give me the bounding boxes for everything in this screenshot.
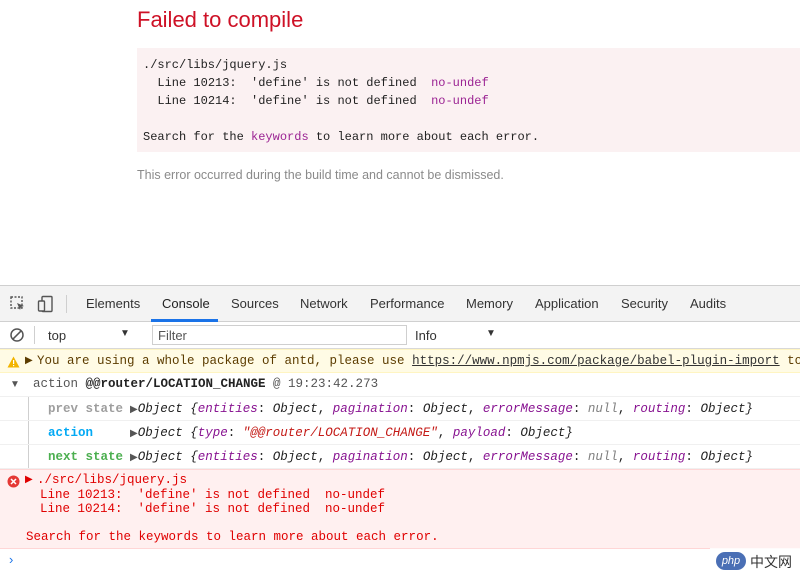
- action-type: @@router/LOCATION_CHANGE: [85, 377, 266, 391]
- tab-memory[interactable]: Memory: [466, 286, 513, 322]
- expand-triangle-icon[interactable]: ▶: [130, 405, 138, 416]
- console-error-line-2: Line 10214: 'define' is not defined no-u…: [40, 502, 386, 516]
- prev-state-object[interactable]: ▶Object {entities: Object, pagination: O…: [130, 402, 753, 416]
- next-state-object[interactable]: ▶Object {entities: Object, pagination: O…: [130, 450, 753, 464]
- error-line-number: Line 10213:: [157, 76, 237, 90]
- level-caret-icon[interactable]: ▼: [486, 328, 496, 339]
- warning-text: You are using a whole package of antd, p…: [37, 354, 800, 368]
- device-toggle-icon[interactable]: [37, 295, 55, 318]
- build-time-note: This error occurred during the build tim…: [137, 168, 504, 182]
- error-line-1: Line 10213: 'define' is not defined no-u…: [143, 74, 794, 92]
- error-line-message: 'define' is not defined: [251, 94, 417, 108]
- toolbar-divider: [66, 295, 67, 313]
- redux-log-group: prev state ▶Object {entities: Object, pa…: [0, 397, 800, 469]
- next-state-label: next state: [48, 450, 124, 464]
- expand-triangle-icon[interactable]: ▶: [130, 453, 138, 464]
- inspect-icon[interactable]: [9, 295, 27, 318]
- tab-elements[interactable]: Elements: [86, 286, 140, 322]
- action-row: action ▶Object {type: "@@router/LOCATION…: [0, 421, 800, 445]
- watermark: php 中文网: [710, 548, 800, 574]
- expand-triangle-icon[interactable]: ▶: [25, 474, 33, 485]
- clear-console-icon[interactable]: [9, 327, 25, 348]
- watermark-text: 中文网: [750, 554, 792, 570]
- tab-application[interactable]: Application: [535, 286, 599, 322]
- collapse-triangle-icon[interactable]: ▼: [10, 379, 20, 390]
- search-hint: Search for the keywords to learn more ab…: [143, 130, 540, 144]
- console-filter-input[interactable]: [152, 325, 407, 345]
- action-object[interactable]: ▶Object {type: "@@router/LOCATION_CHANGE…: [130, 426, 573, 440]
- console-error-search: Search for the keywords to learn more ab…: [26, 530, 439, 544]
- error-rule: no-undef: [431, 76, 489, 90]
- npm-link[interactable]: https://www.npmjs.com/package/babel-plug…: [412, 354, 780, 368]
- error-line-number: Line 10214:: [157, 94, 237, 108]
- prompt-chevron-icon: ›: [9, 552, 14, 567]
- php-logo: php: [716, 552, 746, 570]
- action-label: action: [48, 426, 94, 440]
- context-caret-icon[interactable]: ▼: [120, 328, 130, 339]
- action-timestamp: @ 19:23:42.273: [265, 377, 379, 391]
- tab-security[interactable]: Security: [621, 286, 668, 322]
- error-line-2: Line 10214: 'define' is not defined no-u…: [143, 92, 794, 110]
- error-file: ./src/libs/jquery.js: [143, 58, 288, 72]
- error-message-box: ./src/libs/jquery.js Line 10213: 'define…: [137, 48, 800, 152]
- console-filterbar: top ▼ Info ▼: [0, 322, 800, 349]
- log-level-select[interactable]: Info: [415, 328, 437, 343]
- console-error-file: ./src/libs/jquery.js: [37, 473, 188, 487]
- devtools-panel: Elements Console Sources Network Perform…: [0, 285, 800, 574]
- tab-performance[interactable]: Performance: [370, 286, 444, 322]
- error-line-message: 'define' is not defined: [251, 76, 417, 90]
- filter-divider: [34, 326, 35, 344]
- prev-state-row: prev state ▶Object {entities: Object, pa…: [0, 397, 800, 421]
- tab-console[interactable]: Console: [162, 286, 210, 322]
- prev-state-label: prev state: [48, 402, 124, 416]
- devtools-tabbar: Elements Console Sources Network Perform…: [0, 286, 800, 322]
- console-warning: ▶ You are using a whole package of antd,…: [0, 349, 800, 373]
- next-state-row: next state ▶Object {entities: Object, pa…: [0, 445, 800, 469]
- error-title: Failed to compile: [137, 7, 304, 32]
- context-select[interactable]: top: [48, 328, 66, 343]
- error-rule: no-undef: [431, 94, 489, 108]
- tab-network[interactable]: Network: [300, 286, 348, 322]
- compile-error-overlay: Failed to compile ./src/libs/jquery.js L…: [0, 0, 800, 285]
- expand-triangle-icon[interactable]: ▶: [25, 355, 33, 366]
- redux-action-log[interactable]: ▼ action @@router/LOCATION_CHANGE @ 19:2…: [0, 373, 800, 397]
- console-error: ▶ ./src/libs/jquery.js Line 10213: 'defi…: [0, 469, 800, 549]
- error-icon: [7, 475, 20, 493]
- console-error-line-1: Line 10213: 'define' is not defined no-u…: [40, 488, 386, 502]
- console-prompt[interactable]: ›: [0, 549, 800, 574]
- warning-icon: [7, 355, 20, 373]
- tab-sources[interactable]: Sources: [231, 286, 279, 322]
- tab-audits[interactable]: Audits: [690, 286, 726, 322]
- expand-triangle-icon[interactable]: ▶: [130, 429, 138, 440]
- keywords-link[interactable]: keywords: [251, 130, 309, 144]
